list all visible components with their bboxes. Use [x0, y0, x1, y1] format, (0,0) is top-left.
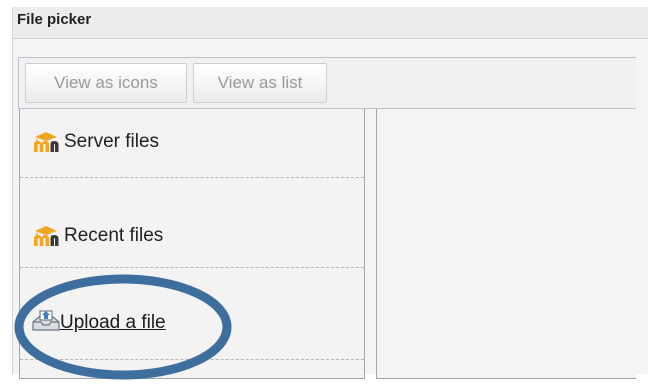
sidebar-item-label: Recent files: [64, 225, 164, 246]
dialog-title: File picker: [17, 11, 92, 28]
sidebar-item-label: Upload a file: [60, 312, 166, 333]
view-toolbar: View as icons View as list: [18, 57, 636, 109]
moodle-logo-icon: [34, 132, 59, 152]
dialog-titlebar: File picker: [13, 7, 648, 39]
file-list-panel: [376, 109, 636, 379]
view-as-icons-button[interactable]: View as icons: [25, 63, 187, 103]
sidebar-item-server-files[interactable]: Server files: [20, 109, 364, 178]
repository-sidebar: Server files Recent files Upload a file: [19, 109, 365, 379]
sidebar-item-recent-files[interactable]: Recent files: [20, 178, 364, 268]
upload-icon: [32, 310, 60, 331]
sidebar-item-label: Server files: [64, 131, 160, 152]
sidebar-item-upload-a-file[interactable]: Upload a file: [20, 268, 364, 360]
moodle-logo-icon: [34, 226, 59, 246]
view-as-list-button[interactable]: View as list: [193, 63, 327, 103]
